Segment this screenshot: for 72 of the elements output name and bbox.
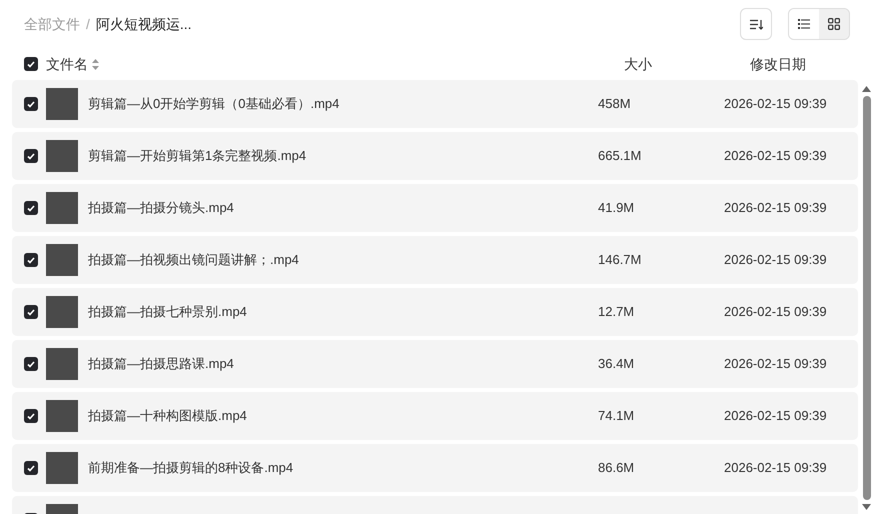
modified-date: 2026-02-15 09:39 xyxy=(724,199,827,218)
file-size: 41.9M xyxy=(598,199,636,218)
column-header[interactable]: 文件名 xyxy=(46,54,99,74)
file-size: 36.4M xyxy=(598,355,636,374)
modified-date: 2026-02-15 09:39 xyxy=(724,303,827,322)
sort-arrows-icon[interactable] xyxy=(92,58,99,70)
file-size: 12.7M xyxy=(598,303,636,322)
file-name: 拍摄篇—十种构图模版.mp4 xyxy=(88,407,248,426)
checkbox[interactable] xyxy=(24,253,38,267)
breadcrumb-separator: / xyxy=(86,14,90,34)
column-header: 修改日期 xyxy=(750,54,806,74)
check-icon xyxy=(27,412,35,420)
checkbox[interactable] xyxy=(24,409,38,423)
list-icon xyxy=(798,19,810,29)
breadcrumb-item: 阿火短视频运... xyxy=(96,14,192,34)
file-row[interactable]: 拍摄篇—十种构图模版.mp4 74.1M 2026-02-15 09:39 xyxy=(12,392,858,440)
modified-date: 2026-02-15 09:39 xyxy=(724,147,827,166)
scroll-down-icon[interactable] xyxy=(862,504,871,510)
file-name: 拍摄篇—拍摄思路课.mp4 xyxy=(88,355,235,374)
video-thumbnail xyxy=(46,296,78,328)
checkbox[interactable] xyxy=(24,97,38,111)
file-row[interactable]: 拍摄篇—拍摄分镜头.mp4 41.9M 2026-02-15 09:39 xyxy=(12,184,858,232)
file-size: 458M xyxy=(598,95,632,114)
check-icon xyxy=(27,60,35,68)
file-size: 665.1M xyxy=(598,147,642,166)
checkbox[interactable] xyxy=(24,357,38,371)
check-icon xyxy=(27,204,35,212)
video-thumbnail xyxy=(46,140,78,172)
file-row[interactable]: 前期准备—拍摄剪辑的8种设备.mp4 86.6M 2026-02-15 09:39 xyxy=(12,444,858,492)
file-name: 拍摄篇—拍视频出镜问题讲解；.mp4 xyxy=(88,251,300,270)
check-icon xyxy=(27,152,35,160)
sort-button[interactable] xyxy=(740,8,772,40)
check-icon xyxy=(27,360,35,368)
checkbox[interactable] xyxy=(24,57,38,71)
view-button[interactable] xyxy=(789,9,819,39)
checkbox[interactable] xyxy=(24,461,38,475)
file-name: 拍摄篇—拍摄分镜头.mp4 xyxy=(88,199,235,218)
column-header: 大小 xyxy=(624,54,652,74)
video-thumbnail xyxy=(46,88,78,120)
video-thumbnail xyxy=(46,452,78,484)
modified-date: 2026-02-15 09:39 xyxy=(724,251,827,270)
check-icon xyxy=(27,464,35,472)
file-row[interactable]: 剪辑篇—开始剪辑第1条完整视频.mp4 665.1M 2026-02-15 09:39 xyxy=(12,132,858,180)
scrollbar-thumb[interactable] xyxy=(862,96,870,500)
grid-icon xyxy=(828,18,840,30)
file-row[interactable]: 拍摄篇—拍摄思路课.mp4 36.4M 2026-02-15 09:39 xyxy=(12,340,858,388)
video-thumbnail xyxy=(46,400,78,432)
check-icon xyxy=(27,308,35,316)
sort-icon xyxy=(750,18,762,30)
file-size: 74.1M xyxy=(598,407,636,426)
checkbox[interactable] xyxy=(24,149,38,163)
file-name: 拍摄篇—拍摄七种景别.mp4 xyxy=(88,303,248,322)
file-name: 剪辑篇—从0开始学剪辑（0基础必看）.mp4 xyxy=(88,95,340,114)
modified-date: 2026-02-15 09:39 xyxy=(724,95,827,114)
file-row[interactable]: 拍摄篇—拍摄七种景别.mp4 12.7M 2026-02-15 09:39 xyxy=(12,288,858,336)
checkbox[interactable] xyxy=(24,305,38,319)
file-row[interactable]: 剪辑篇—从0开始学剪辑（0基础必看）.mp4 458M 2026-02-15 09:39 xyxy=(12,80,858,128)
video-thumbnail xyxy=(46,348,78,380)
video-thumbnail xyxy=(46,244,78,276)
check-icon xyxy=(27,256,35,264)
file-row[interactable]: 拍摄篇—拍视频出镜问题讲解；.mp4 146.7M 2026-02-15 09:39 xyxy=(12,236,858,284)
file-name: 剪辑篇—开始剪辑第1条完整视频.mp4 xyxy=(88,147,308,166)
file-size: 86.6M xyxy=(598,459,636,478)
checkbox[interactable] xyxy=(24,201,38,215)
file-size: 146.7M xyxy=(598,251,642,270)
check-icon xyxy=(27,100,35,108)
modified-date: 2026-02-15 09:39 xyxy=(724,407,827,426)
modified-date: 2026-02-15 09:39 xyxy=(724,355,827,374)
video-thumbnail xyxy=(46,192,78,224)
scroll-up-icon[interactable] xyxy=(862,86,871,92)
file-name: 前期准备—拍摄剪辑的8种设备.mp4 xyxy=(88,459,294,478)
modified-date: 2026-02-15 09:39 xyxy=(724,459,827,478)
